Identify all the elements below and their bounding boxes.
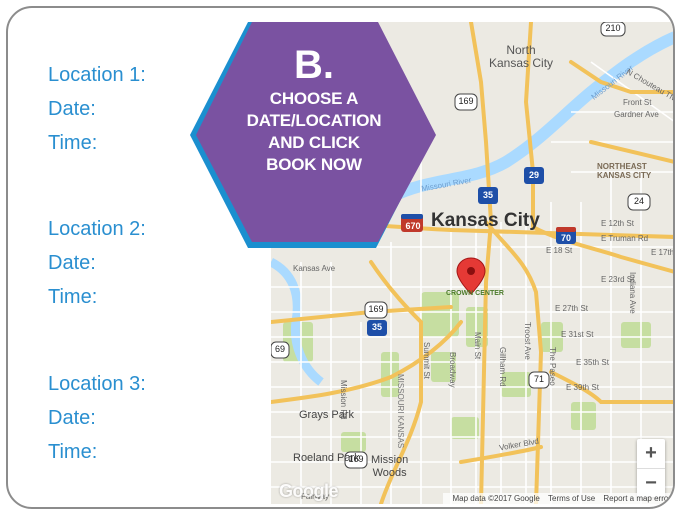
shield-i70-label: 70 [560, 233, 571, 243]
gardner-ave-label: Gardner Ave [614, 110, 659, 119]
google-logo[interactable]: Google [279, 481, 339, 502]
shield-i29-label: 29 [528, 170, 539, 180]
troost-label: Troost Ave [523, 322, 532, 360]
step-instruction: CHOOSE A DATE/LOCATION AND CLICK BOOK NO… [246, 89, 382, 174]
front-st-label: Front St [623, 98, 652, 107]
location-1-time-label: Time: [48, 132, 98, 154]
map-zoom-control: + − [637, 439, 665, 497]
e27-label: E 27th St [555, 304, 588, 313]
location-1-group: Location 1: Date: Time: [48, 58, 146, 160]
summit-label: Summit St [422, 342, 431, 379]
gillham-label: Gillham Rd [498, 347, 507, 387]
city-label: Kansas City [431, 210, 540, 231]
location-3-date-label: Date: [48, 407, 96, 429]
step-badge: B. CHOOSE A DATE/LOCATION AND CLICK BOOK… [216, 44, 412, 176]
shield-24-label: 24 [633, 196, 644, 206]
location-3-label: Location 3: [48, 373, 146, 395]
terms-link[interactable]: Terms of Use [548, 494, 595, 503]
shield-169b-label: 169 [368, 304, 384, 314]
zoom-in-button[interactable]: + [637, 439, 665, 468]
northeast-kc-label: NORTHEAST KANSAS CITY [597, 162, 652, 180]
location-1-date-label: Date: [48, 98, 96, 120]
location-3-group: Location 3: Date: Time: [48, 367, 146, 469]
shield-i35-label: 35 [482, 190, 493, 200]
state-line-label: MISSOURI KANSAS [396, 374, 405, 449]
truman-label: E Truman Rd [601, 234, 649, 243]
mission-rd-label: Mission Rd [339, 380, 348, 420]
north-kc-label: North Kansas City [489, 43, 554, 70]
map-attribution: Map data ©2017 Google Terms of Use Repor… [442, 493, 673, 504]
e35-label: E 35th St [576, 358, 609, 367]
shield-69-label: 69 [274, 344, 285, 354]
e31-label: E 31st St [561, 330, 594, 339]
location-marker[interactable] [456, 257, 486, 295]
location-2-group: Location 2: Date: Time: [48, 212, 146, 314]
shield-71-label: 71 [533, 374, 544, 384]
location-3-time-label: Time: [48, 441, 98, 463]
map-data-text: Map data ©2017 Google [452, 494, 540, 503]
report-error-link[interactable]: Report a map error [603, 494, 671, 503]
main-label: Main St [473, 332, 482, 360]
booking-card: Location 1: Date: Time: Location 2: Date… [6, 6, 675, 509]
location-2-time-label: Time: [48, 286, 98, 308]
e39-label: E 39th St [566, 383, 599, 392]
shield-169c-label: 169 [348, 454, 364, 464]
broadway-label: Broadway [448, 352, 457, 388]
paseo-label: The Paseo [548, 347, 557, 386]
shield-169a-label: 169 [458, 96, 474, 106]
step-letter: B. [294, 43, 334, 87]
indiana-label: Indiana Ave [628, 272, 637, 314]
location-1-label: Location 1: [48, 64, 146, 86]
location-2-label: Location 2: [48, 218, 146, 240]
shield-210-label: 210 [605, 23, 621, 33]
e12-label: E 12th St [601, 219, 634, 228]
kansas-ave-label: Kansas Ave [293, 264, 336, 273]
mission-woods-label: Mission Woods [371, 454, 409, 479]
crown-center-label: CROWN CENTER [446, 290, 504, 297]
location-2-date-label: Date: [48, 252, 96, 274]
e18-label: E 18 St [546, 246, 573, 255]
shield-i35b-label: 35 [371, 322, 382, 332]
e17-label: E 17th [651, 248, 675, 257]
